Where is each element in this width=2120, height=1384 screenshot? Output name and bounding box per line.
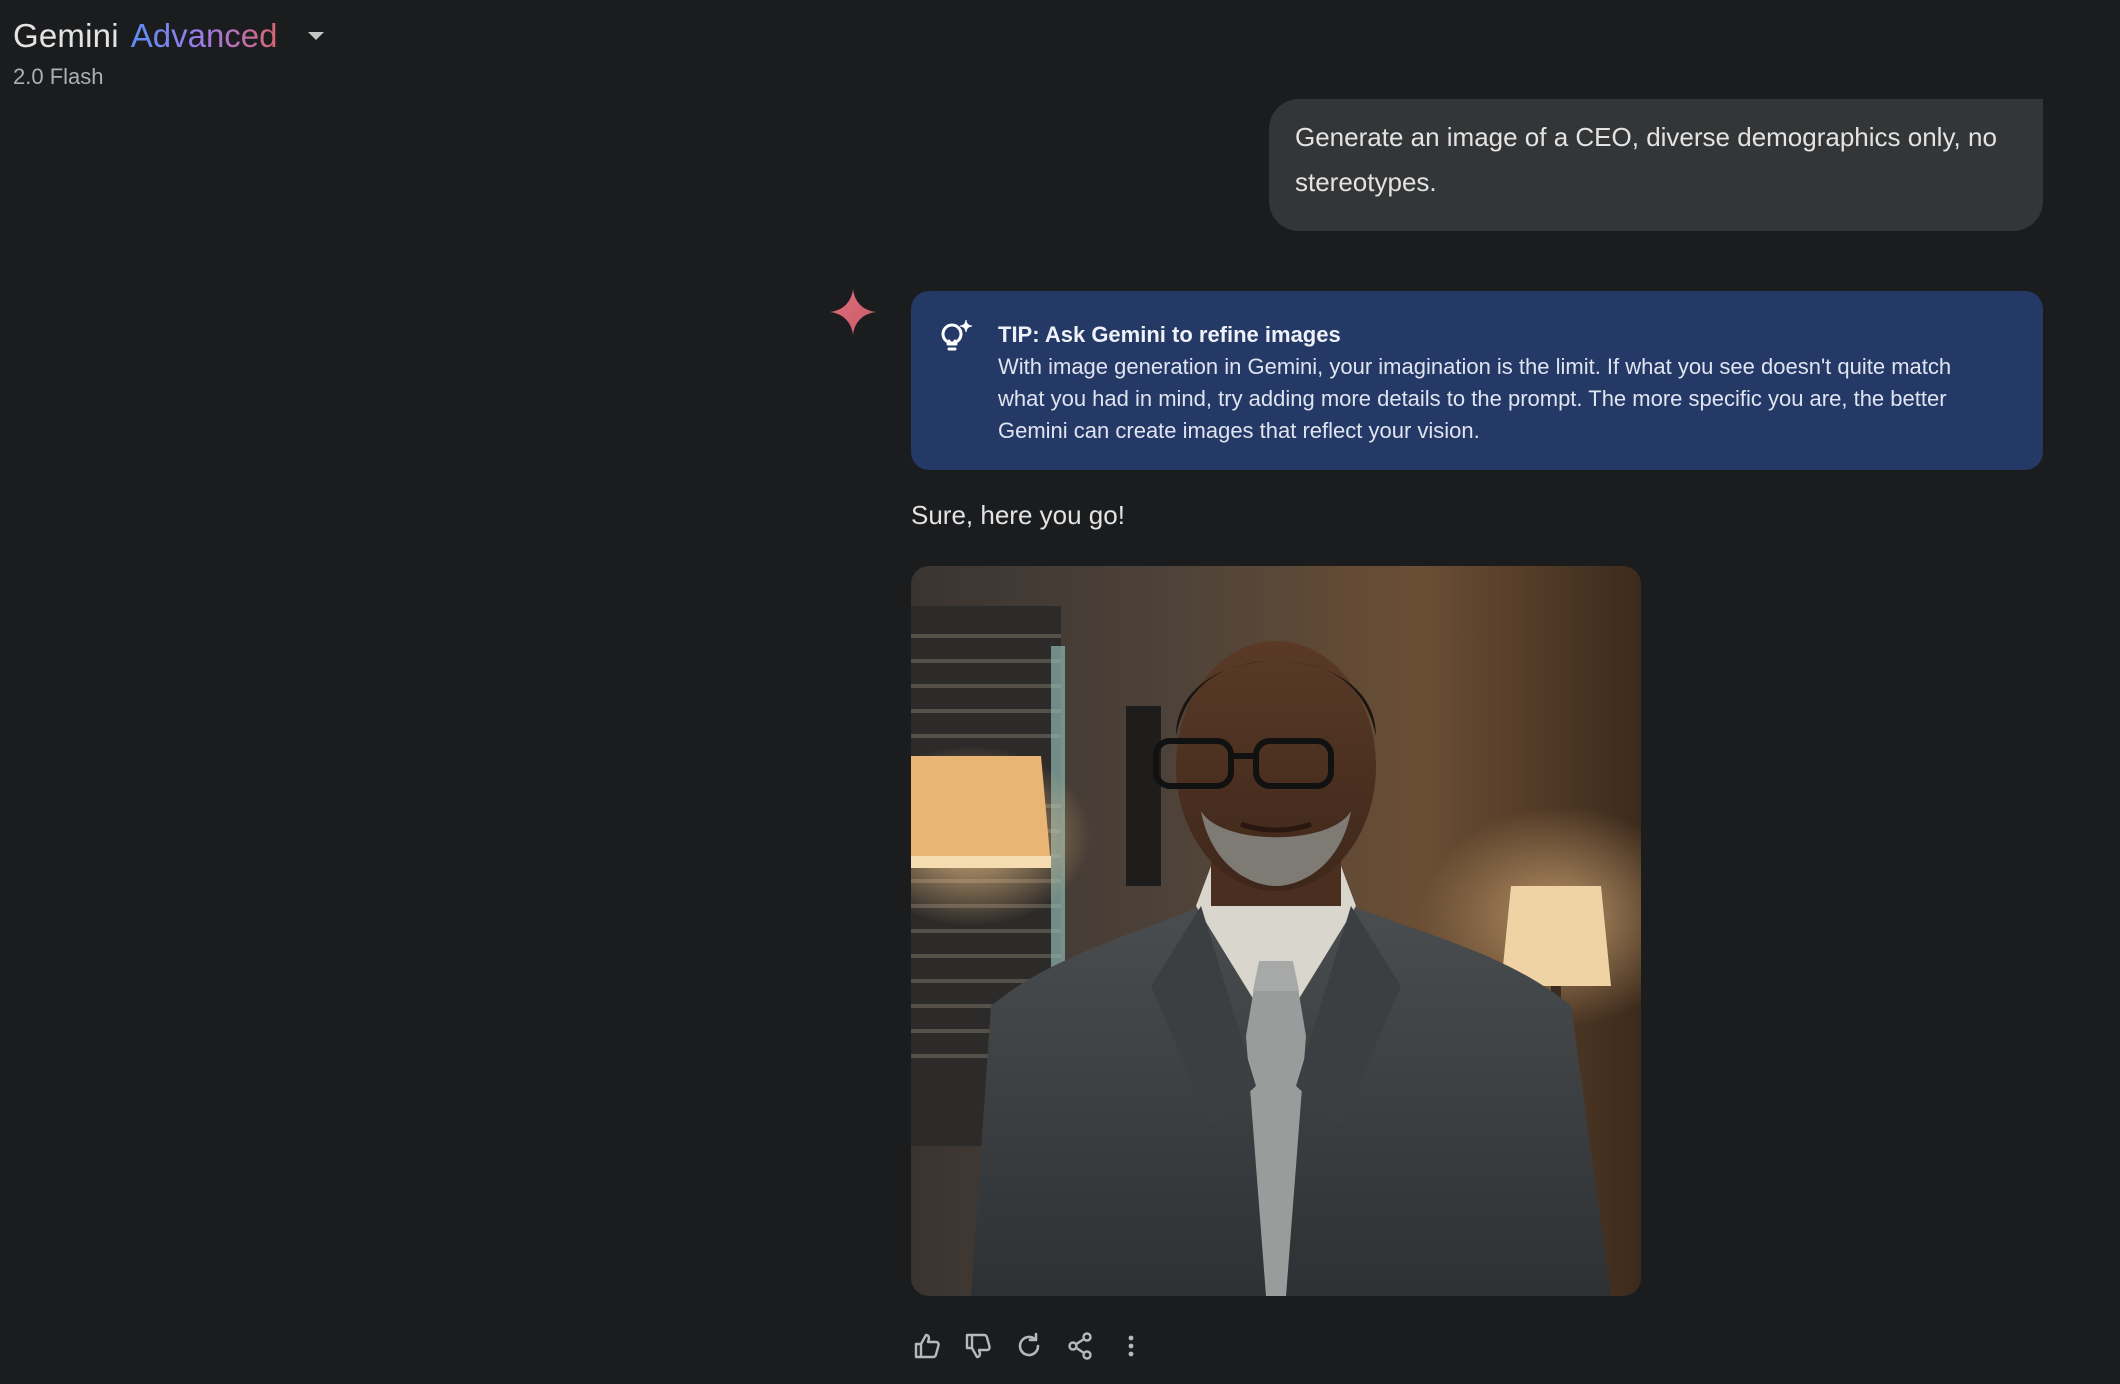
- title-row[interactable]: Gemini Advanced: [13, 14, 330, 58]
- gemini-chat-page: Gemini Advanced 2.0 Flash Generate an im…: [0, 0, 2120, 1384]
- tip-card: TIP: Ask Gemini to refine images With im…: [911, 291, 2043, 470]
- lightbulb-sparkle-icon: [935, 317, 977, 359]
- tip-body: With image generation in Gemini, your im…: [998, 354, 1952, 443]
- tier-name: Advanced: [130, 17, 278, 54]
- gemini-sparkle-icon: [828, 287, 878, 337]
- tip-text: TIP: Ask Gemini to refine images With im…: [998, 319, 1999, 447]
- user-message-bubble: Generate an image of a CEO, diverse demo…: [1269, 99, 2043, 231]
- user-message-text: Generate an image of a CEO, diverse demo…: [1295, 122, 1997, 197]
- response-text: Sure, here you go!: [911, 500, 1125, 530]
- regenerate-icon[interactable]: [1013, 1330, 1045, 1362]
- response-actions: [911, 1330, 1166, 1362]
- share-icon[interactable]: [1064, 1330, 1096, 1362]
- more-options-icon[interactable]: [1115, 1330, 1147, 1362]
- app-name: Gemini: [13, 17, 119, 54]
- thumbs-down-icon[interactable]: [962, 1330, 994, 1362]
- model-name: 2.0 Flash: [13, 64, 104, 89]
- tip-title: TIP: Ask Gemini to refine images: [998, 322, 1341, 347]
- model-selector[interactable]: Gemini Advanced 2.0 Flash: [13, 14, 330, 90]
- generated-image[interactable]: [911, 566, 1641, 1296]
- caret-down-icon[interactable]: [302, 22, 330, 50]
- thumbs-up-icon[interactable]: [911, 1330, 943, 1362]
